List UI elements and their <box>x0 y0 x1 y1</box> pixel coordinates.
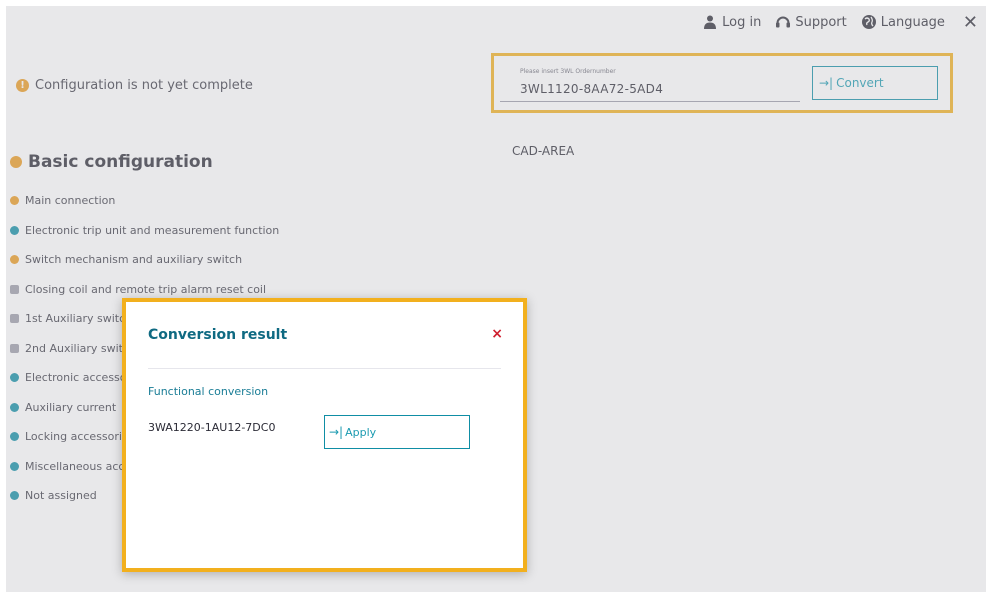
app-window: Log in Support Language ✕ ! Configuratio… <box>6 6 986 592</box>
conversion-result-dialog: Conversion result × Functional conversio… <box>122 298 527 572</box>
apply-label: Apply <box>345 425 377 439</box>
apply-button[interactable]: →| Apply <box>324 415 470 449</box>
functional-conversion-label: Functional conversion <box>148 385 269 398</box>
arrow-right-bar-icon: →| <box>329 425 344 439</box>
divider <box>148 368 501 369</box>
converted-order-number: 3WA1220-1AU12-7DC0 <box>148 421 276 434</box>
dialog-title: Conversion result <box>148 327 288 343</box>
close-icon[interactable]: × <box>491 326 503 342</box>
